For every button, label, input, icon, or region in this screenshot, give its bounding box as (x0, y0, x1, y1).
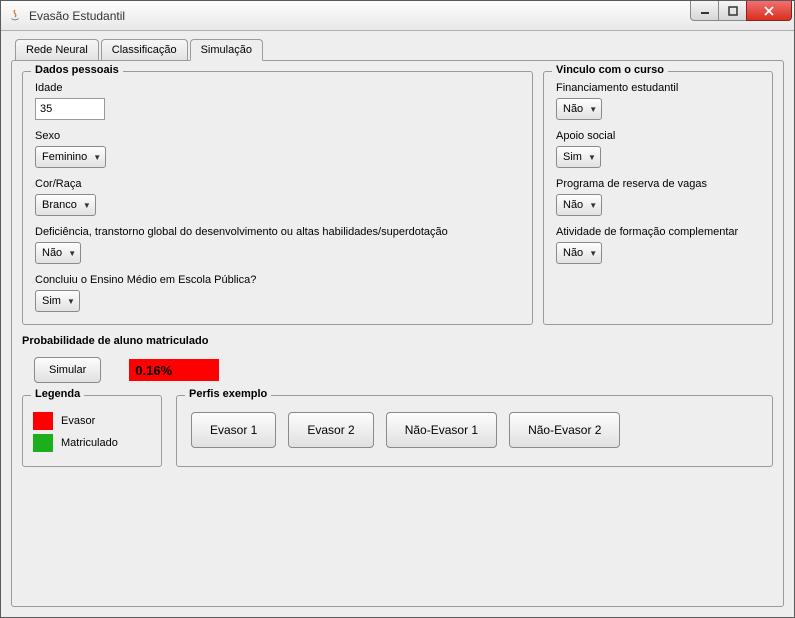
group-title: Vinculo com o curso (552, 64, 668, 76)
simulate-button[interactable]: Simular (34, 357, 101, 383)
select-ensino-medio[interactable]: Sim ▼ (35, 290, 80, 312)
select-value: Não (42, 247, 62, 259)
simulate-row: Simular 0.16% (34, 357, 773, 383)
legend-label: Matriculado (61, 437, 118, 449)
tab-bar: Rede Neural Classificação Simulação (11, 39, 784, 61)
select-value: Branco (42, 199, 77, 211)
swatch-green (33, 434, 53, 452)
probability-section: Probabilidade de aluno matriculado Simul… (22, 335, 773, 467)
group-legenda: Legenda Evasor Matriculado (22, 395, 162, 467)
group-title: Perfis exemplo (185, 388, 271, 400)
legend-item-evasor: Evasor (33, 412, 151, 430)
chevron-down-icon: ▼ (93, 153, 101, 162)
titlebar: Evasão Estudantil (1, 1, 794, 31)
field-sexo: Sexo Feminino ▼ (35, 130, 520, 168)
field-atividade-complementar: Atividade de formação complementar Não ▼ (556, 226, 760, 264)
field-ensino-medio: Concluiu o Ensino Médio em Escola Públic… (35, 274, 520, 312)
label-ensino-medio: Concluiu o Ensino Médio em Escola Públic… (35, 274, 520, 286)
field-idade: Idade (35, 82, 520, 120)
button-label: Evasor 2 (307, 423, 354, 437)
field-financiamento: Financiamento estudantil Não ▼ (556, 82, 760, 120)
label-apoio-social: Apoio social (556, 130, 760, 142)
input-idade[interactable] (35, 98, 105, 120)
swatch-red (33, 412, 53, 430)
profile-nao-evasor-2-button[interactable]: Não-Evasor 2 (509, 412, 620, 448)
group-vinculo: Vinculo com o curso Financiamento estuda… (543, 71, 773, 325)
tab-label: Rede Neural (26, 44, 88, 56)
tab-rede-neural[interactable]: Rede Neural (15, 39, 99, 61)
label-deficiencia: Deficiência, transtorno global do desenv… (35, 226, 520, 238)
button-label: Não-Evasor 1 (405, 423, 478, 437)
tab-simulacao[interactable]: Simulação (190, 39, 263, 61)
select-value: Não (563, 247, 583, 259)
content-area: Rede Neural Classificação Simulação Dado… (1, 31, 794, 617)
chevron-down-icon: ▼ (588, 153, 596, 162)
field-reserva-vagas: Programa de reserva de vagas Não ▼ (556, 178, 760, 216)
select-deficiencia[interactable]: Não ▼ (35, 242, 81, 264)
top-row: Dados pessoais Idade Sexo Feminino ▼ Co (22, 71, 773, 325)
legend-label: Evasor (61, 415, 95, 427)
select-reserva-vagas[interactable]: Não ▼ (556, 194, 602, 216)
close-button[interactable] (746, 1, 792, 21)
select-atividade-complementar[interactable]: Não ▼ (556, 242, 602, 264)
app-window: Evasão Estudantil Rede Neural Classifica… (0, 0, 795, 618)
field-cor-raca: Cor/Raça Branco ▼ (35, 178, 520, 216)
profile-evasor-2-button[interactable]: Evasor 2 (288, 412, 373, 448)
probability-value: 0.16% (135, 363, 172, 378)
java-icon (7, 8, 23, 24)
profile-evasor-1-button[interactable]: Evasor 1 (191, 412, 276, 448)
probability-badge: 0.16% (129, 359, 219, 381)
select-value: Sim (563, 151, 582, 163)
select-value: Sim (42, 295, 61, 307)
profile-buttons-row: Evasor 1 Evasor 2 Não-Evasor 1 Não-Evaso… (191, 412, 758, 448)
field-apoio-social: Apoio social Sim ▼ (556, 130, 760, 168)
profile-nao-evasor-1-button[interactable]: Não-Evasor 1 (386, 412, 497, 448)
chevron-down-icon: ▼ (67, 297, 75, 306)
chevron-down-icon: ▼ (589, 105, 597, 114)
maximize-button[interactable] (718, 1, 747, 21)
tab-panel-simulacao: Dados pessoais Idade Sexo Feminino ▼ Co (11, 60, 784, 607)
group-title: Dados pessoais (31, 64, 123, 76)
label-financiamento: Financiamento estudantil (556, 82, 760, 94)
select-value: Não (563, 199, 583, 211)
group-perfis: Perfis exemplo Evasor 1 Evasor 2 Não-Eva… (176, 395, 773, 467)
label-cor-raca: Cor/Raça (35, 178, 520, 190)
select-financiamento[interactable]: Não ▼ (556, 98, 602, 120)
probability-title: Probabilidade de aluno matriculado (22, 335, 773, 347)
tab-classificacao[interactable]: Classificação (101, 39, 188, 61)
button-label: Evasor 1 (210, 423, 257, 437)
button-label: Simular (49, 364, 86, 376)
chevron-down-icon: ▼ (68, 249, 76, 258)
chevron-down-icon: ▼ (83, 201, 91, 210)
label-sexo: Sexo (35, 130, 520, 142)
field-deficiencia: Deficiência, transtorno global do desenv… (35, 226, 520, 264)
label-reserva-vagas: Programa de reserva de vagas (556, 178, 760, 190)
group-title: Legenda (31, 388, 84, 400)
select-value: Não (563, 103, 583, 115)
label-atividade-complementar: Atividade de formação complementar (556, 226, 760, 238)
legend-item-matriculado: Matriculado (33, 434, 151, 452)
chevron-down-icon: ▼ (589, 201, 597, 210)
chevron-down-icon: ▼ (589, 249, 597, 258)
window-controls (691, 1, 792, 21)
minimize-button[interactable] (690, 1, 719, 21)
select-apoio-social[interactable]: Sim ▼ (556, 146, 601, 168)
bottom-row: Legenda Evasor Matriculado Perfis exempl… (22, 395, 773, 467)
tab-label: Classificação (112, 44, 177, 56)
select-sexo[interactable]: Feminino ▼ (35, 146, 106, 168)
select-value: Feminino (42, 151, 87, 163)
button-label: Não-Evasor 2 (528, 423, 601, 437)
select-cor-raca[interactable]: Branco ▼ (35, 194, 96, 216)
label-idade: Idade (35, 82, 520, 94)
tab-label: Simulação (201, 44, 252, 56)
group-dados-pessoais: Dados pessoais Idade Sexo Feminino ▼ Co (22, 71, 533, 325)
window-title: Evasão Estudantil (29, 9, 691, 23)
